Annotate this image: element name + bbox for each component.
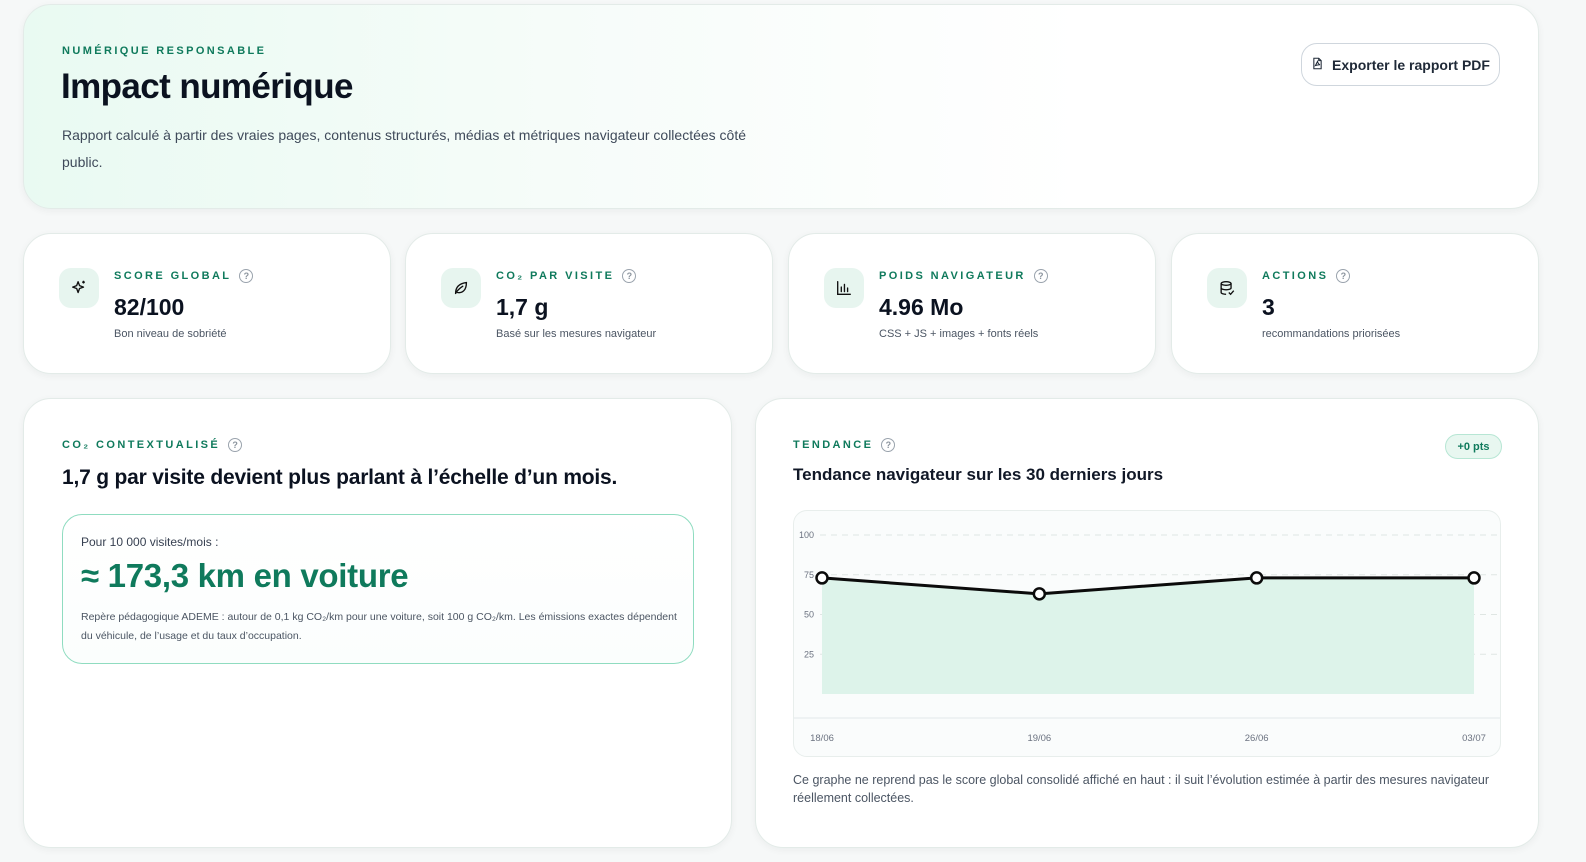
y-tick-label: 75 (804, 570, 814, 580)
help-icon[interactable]: ? (622, 269, 637, 283)
sparkles-icon (59, 268, 99, 308)
co2-context-label: CO₂ CONTEXTUALISÉ (62, 439, 221, 451)
leaf-icon (441, 268, 481, 308)
kpi-value: 4.96 Mo (879, 294, 964, 320)
kpi-card-score: SCORE GLOBAL ? 82/100 Bon niveau de sobr… (23, 233, 391, 374)
co2-equivalent-value: ≈ 173,3 km en voiture (81, 557, 409, 594)
kpi-card-co2: CO₂ PAR VISITE ? 1,7 g Basé sur les mesu… (405, 233, 773, 374)
y-tick-label: 100 (799, 530, 814, 540)
kpi-subtitle: Basé sur les mesures navigateur (496, 328, 657, 340)
y-tick-label: 25 (804, 649, 814, 659)
kpi-value: 3 (1262, 294, 1275, 320)
trend-delta-badge: +0 pts (1445, 434, 1502, 459)
page-description: Rapport calculé à partir des vraies page… (62, 127, 747, 170)
kpi-subtitle: recommandations priorisées (1262, 328, 1401, 340)
co2-context-card: CO₂ CONTEXTUALISÉ ? 1,7 g par visite dev… (23, 398, 732, 848)
trend-label: TENDANCE (793, 439, 874, 451)
kpi-card-actions: ACTIONS ? 3 recommandations priorisées (1171, 233, 1539, 374)
data-point (1249, 571, 1264, 585)
x-tick-label: 26/06 (1245, 733, 1269, 744)
y-tick-label: 50 (804, 610, 814, 620)
data-point (815, 571, 829, 585)
co2-equivalent-box: Pour 10 000 visites/mois : ≈ 173,3 km en… (62, 514, 694, 664)
kpi-subtitle: CSS + JS + images + fonts réels (879, 328, 1039, 340)
data-point (1032, 587, 1047, 601)
file-pdf-icon (1311, 57, 1324, 73)
kpi-label: SCORE GLOBAL (114, 270, 232, 282)
help-icon[interactable]: ? (239, 269, 254, 283)
data-point (1467, 571, 1481, 585)
page-title: Impact numérique (61, 67, 353, 106)
trend-title: Tendance navigateur sur les 30 derniers … (793, 465, 1164, 484)
trend-card: TENDANCE ? +0 pts Tendance navigateur su… (755, 398, 1539, 848)
kpi-label: CO₂ PAR VISITE (496, 270, 615, 282)
help-icon[interactable]: ? (228, 438, 243, 452)
kpi-subtitle: Bon niveau de sobriété (114, 328, 227, 340)
trend-footnote: Ce graphe ne reprend pas le score global… (793, 773, 1490, 805)
kpi-value: 1,7 g (496, 294, 549, 320)
kpi-label: ACTIONS (1262, 270, 1329, 282)
co2-headline: 1,7 g par visite devient plus parlant à … (62, 466, 618, 489)
database-icon (1207, 268, 1247, 308)
co2-equivalent-note: Repère pédagogique ADEME : autour de 0,1… (81, 611, 677, 642)
trend-chart: 25 50 75 100 18/06 19/06 26/06 03/07 (793, 510, 1501, 757)
x-tick-label: 18/06 (810, 733, 834, 744)
hero-card: NUMÉRIQUE RESPONSABLE Impact numérique R… (23, 4, 1539, 209)
kpi-value: 82/100 (114, 294, 185, 320)
export-pdf-button[interactable]: Exporter le rapport PDF (1301, 43, 1500, 86)
export-pdf-label: Exporter le rapport PDF (1332, 56, 1490, 73)
kpi-card-weight: POIDS NAVIGATEUR ? 4.96 Mo CSS + JS + im… (788, 233, 1156, 374)
hero-eyebrow: NUMÉRIQUE RESPONSABLE (62, 45, 267, 57)
x-tick-label: 19/06 (1027, 733, 1051, 744)
bar-chart-icon (824, 268, 864, 308)
co2-equivalent-intro: Pour 10 000 visites/mois : (81, 535, 219, 549)
x-tick-label: 03/07 (1462, 733, 1486, 744)
help-icon[interactable]: ? (1033, 269, 1048, 283)
trend-chart-svg: 25 50 75 100 18/06 19/06 26/06 03/07 (794, 530, 1500, 744)
kpi-label: POIDS NAVIGATEUR (879, 270, 1026, 282)
help-icon[interactable]: ? (1336, 269, 1351, 283)
series-area (822, 577, 1474, 694)
help-icon[interactable]: ? (881, 438, 896, 452)
